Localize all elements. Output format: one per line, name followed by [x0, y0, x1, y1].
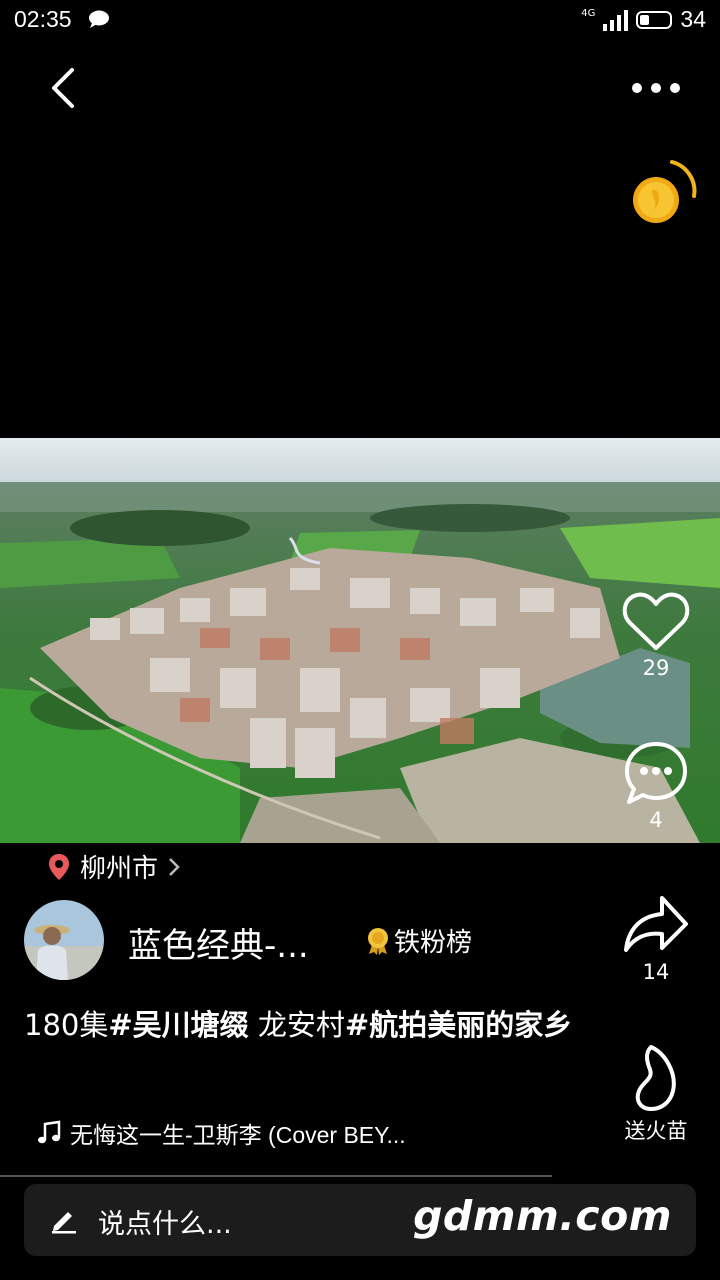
fan-rank-button[interactable]: 铁粉榜	[366, 922, 472, 959]
fan-rank-label: 铁粉榜	[394, 928, 473, 958]
status-time: 02:35	[14, 6, 72, 32]
comment-count: 4	[649, 808, 663, 832]
flame-icon	[635, 1045, 676, 1111]
author-name[interactable]: 蓝色经典-...	[128, 918, 309, 967]
reward-coin-icon[interactable]	[626, 158, 700, 232]
battery-icon	[636, 10, 673, 29]
share-action[interactable]: 14	[611, 890, 701, 984]
status-bar: 02:35 4G 34	[0, 0, 720, 40]
like-count: 29	[642, 656, 670, 680]
medal-icon	[368, 927, 388, 955]
location-city: 柳州市	[80, 854, 159, 884]
battery-percent: 34	[680, 6, 706, 32]
more-dot	[670, 83, 680, 93]
comment-bubble-icon	[625, 742, 687, 804]
heart-icon	[622, 592, 690, 650]
more-options-button[interactable]	[626, 74, 686, 102]
back-button[interactable]	[44, 66, 84, 110]
caption-hashtag[interactable]: #吴川塘缀	[108, 1008, 248, 1042]
more-dot	[651, 83, 661, 93]
more-dot	[632, 83, 642, 93]
author-avatar[interactable]	[24, 900, 104, 980]
like-action[interactable]: 29	[611, 590, 701, 680]
caption-hashtag[interactable]: #航拍美丽的家乡	[345, 1008, 572, 1042]
send-flame-action[interactable]: 送火苗	[611, 1043, 701, 1145]
chevron-left-icon	[52, 68, 74, 108]
caption-prefix: 180集	[24, 1008, 109, 1042]
status-indicators: 4G 34	[581, 6, 706, 33]
divider	[0, 1175, 552, 1177]
music-tag[interactable]: 无悔这一生-卫斯李 (Cover BEY...	[36, 1116, 406, 1150]
share-arrow-icon	[624, 896, 688, 952]
site-watermark: gdmm.com	[413, 1192, 672, 1240]
caption-text: 龙安村	[248, 1008, 345, 1042]
music-title: 无悔这一生-卫斯李 (Cover BEY...	[70, 1122, 406, 1148]
video-caption: 180集#吴川塘缀 龙安村#航拍美丽的家乡	[24, 1006, 584, 1044]
network-type: 4G	[581, 8, 596, 19]
location-tag[interactable]: 柳州市	[48, 848, 180, 885]
send-flame-label: 送火苗	[624, 1119, 688, 1143]
comment-action[interactable]: 4	[611, 740, 701, 832]
location-pin-icon	[49, 853, 69, 880]
pencil-icon	[52, 1212, 76, 1234]
share-count: 14	[642, 960, 670, 984]
chevron-right-icon	[169, 857, 180, 876]
message-bubble-icon	[88, 10, 110, 32]
comment-placeholder: 说点什么...	[98, 1209, 232, 1240]
signal-icon	[603, 9, 629, 31]
comment-input-bar[interactable]: 说点什么... gdmm.com	[24, 1184, 696, 1256]
music-note-icon	[38, 1120, 61, 1144]
